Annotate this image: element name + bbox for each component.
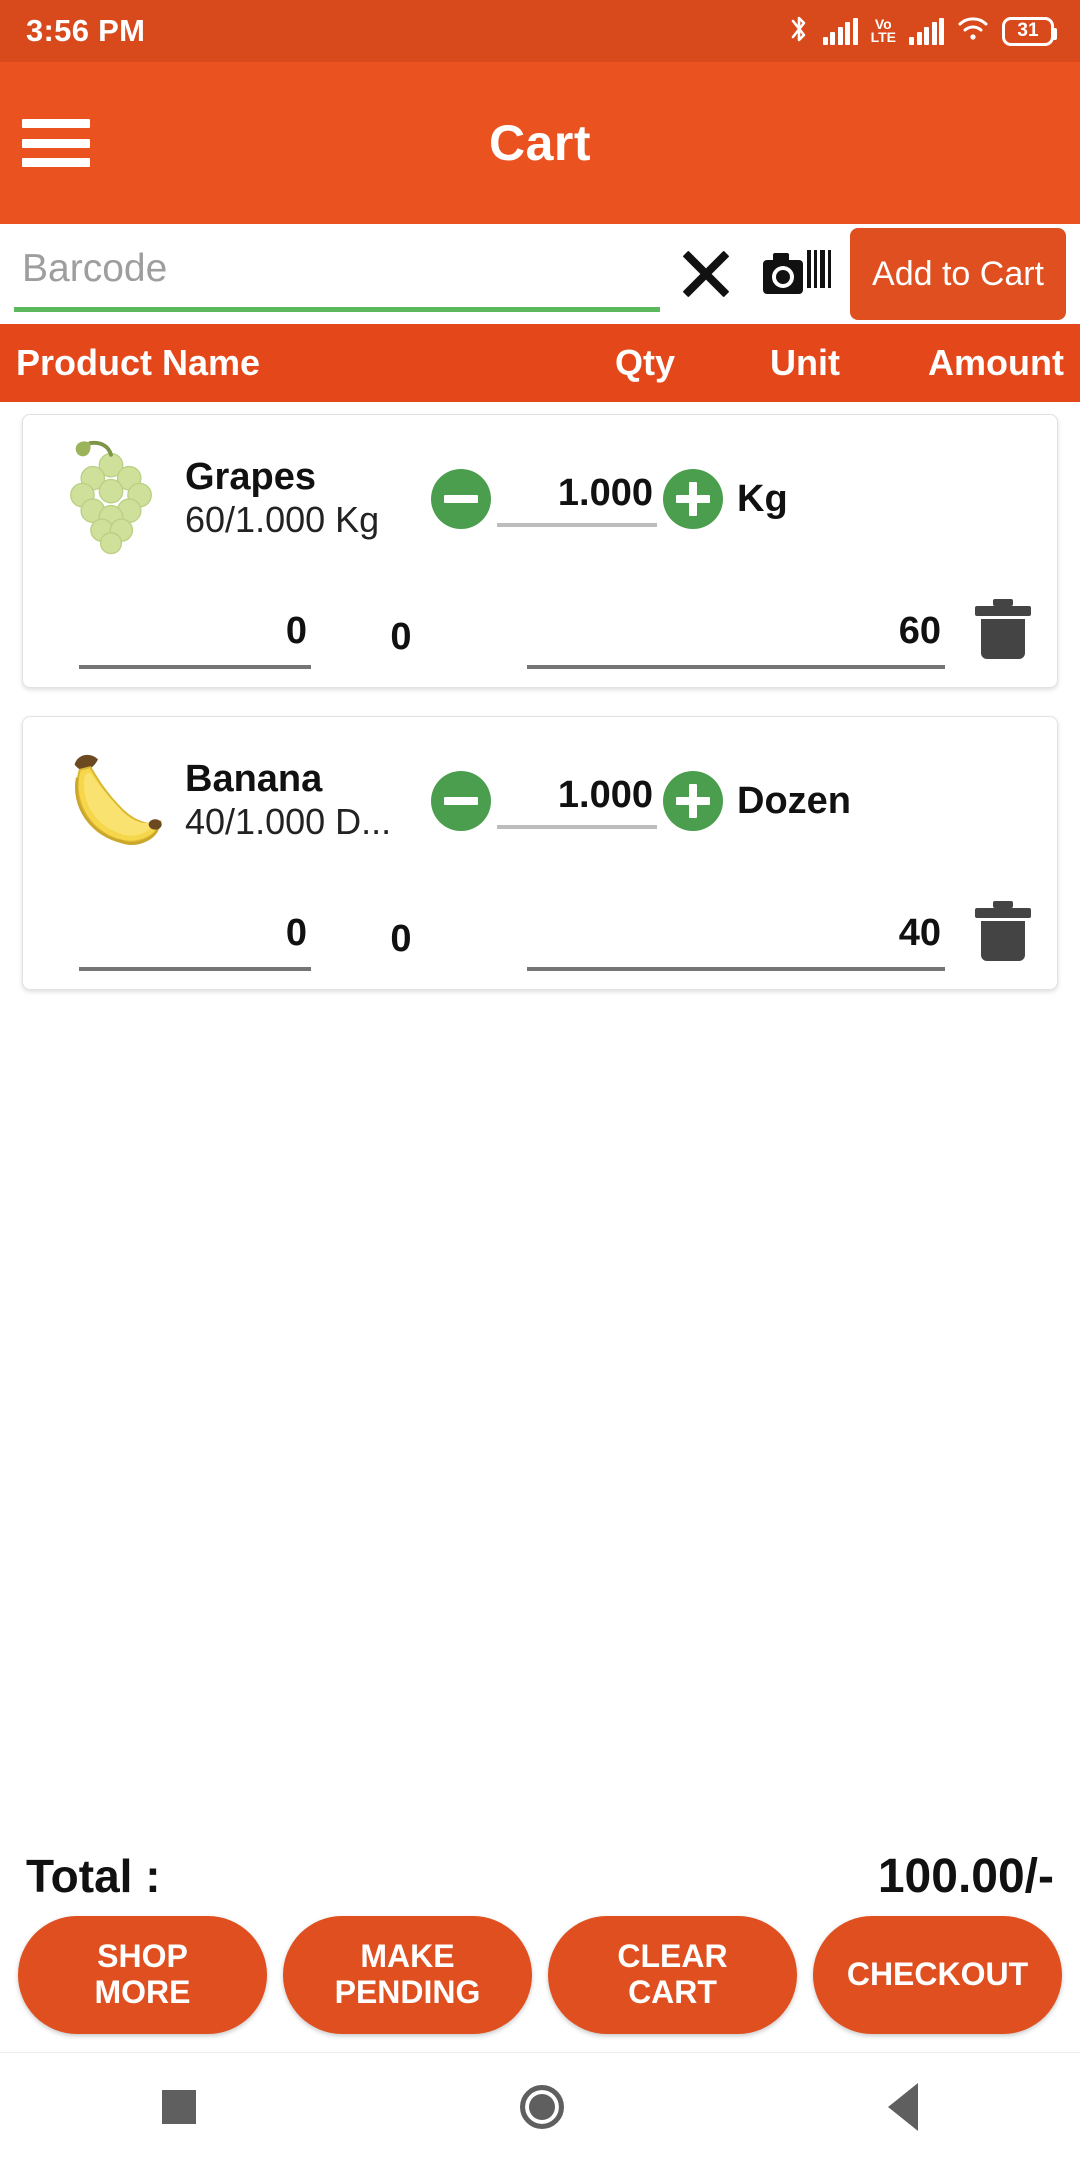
total-value: 100.00/- [877, 1850, 1054, 1903]
scan-barcode-button[interactable] [752, 228, 844, 320]
column-header-product-name: Product Name [16, 342, 261, 383]
barcode-input[interactable] [14, 247, 661, 301]
column-header-unit: Unit [770, 342, 840, 383]
product-rate: 40/1.000 D... [185, 801, 392, 843]
quantity-field [497, 773, 657, 829]
status-time: 3:56 PM [26, 13, 146, 48]
column-header-qty: Qty [614, 342, 675, 383]
bluetooth-icon [788, 14, 810, 49]
make-pending-button[interactable]: MAKE PENDING [283, 1916, 532, 2034]
amount-input[interactable] [527, 912, 945, 961]
delete-item-button[interactable] [967, 589, 1039, 669]
volte-bottom-label: LTE [870, 29, 896, 45]
amount-field [527, 912, 945, 971]
action-buttons-row: SHOP MORE MAKE PENDING CLEAR CART CHECKO… [18, 1910, 1062, 2052]
middle-value-label: 0 [390, 616, 412, 658]
trash-icon [975, 901, 1031, 961]
amount-field [527, 610, 945, 669]
quantity-input[interactable] [497, 773, 657, 825]
plus-circle-icon[interactable] [663, 771, 723, 831]
product-info: Grapes 60/1.000 Kg [181, 456, 431, 541]
home-circle-icon[interactable] [520, 2084, 564, 2129]
quantity-stepper: Dozen [431, 771, 1039, 831]
product-name: Grapes [185, 456, 316, 499]
discount-input[interactable] [79, 912, 311, 961]
cart-item-top-row: Banana 40/1.000 D... Dozen [41, 731, 1039, 871]
barcode-row: Add to Cart [0, 224, 1080, 324]
checkout-button[interactable]: CHECKOUT [813, 1916, 1062, 2034]
add-to-cart-button[interactable]: Add to Cart [850, 228, 1066, 320]
column-header-amount: Amount [928, 342, 1064, 383]
plus-circle-icon[interactable] [663, 469, 723, 529]
cart-item-bottom-row: 0 [41, 579, 1039, 669]
cart-table-header: Product Name Qty Unit Amount [0, 324, 1080, 402]
quantity-field [497, 471, 657, 527]
cart-item-card: Banana 40/1.000 D... Dozen [22, 716, 1058, 990]
cart-footer: Total : 100.00/- SHOP MORE MAKE PENDING … [0, 1849, 1080, 2052]
cart-item-top-row: Grapes 60/1.000 Kg Kg [41, 429, 1039, 569]
quantity-input[interactable] [497, 471, 657, 523]
clear-cart-button[interactable]: CLEAR CART [548, 1916, 797, 2034]
minus-circle-icon[interactable] [431, 771, 491, 831]
clear-barcode-button[interactable] [660, 228, 752, 320]
barcode-scanner-icon [763, 250, 832, 294]
wifi-icon [957, 15, 989, 47]
app-bar: Cart [0, 62, 1080, 224]
signal-bars-icon-1 [822, 17, 858, 45]
phone-screen: 3:56 PM Vo LTE 31 Cart Barcode Add to Ca… [0, 0, 1080, 2160]
back-triangle-icon[interactable] [888, 2082, 918, 2131]
cart-item-bottom-row: 0 [41, 881, 1039, 971]
product-info: Banana 40/1.000 D... [181, 758, 431, 843]
unit-label: Dozen [737, 779, 851, 822]
signal-bars-icon-2 [909, 17, 944, 45]
middle-value-label: 0 [390, 918, 412, 960]
barcode-field [14, 236, 661, 312]
product-name: Banana [185, 758, 323, 801]
hamburger-menu-icon[interactable] [22, 119, 90, 167]
discount-underline [79, 665, 311, 669]
barcode-underline [14, 307, 661, 312]
page-title: Cart [488, 115, 592, 171]
trash-icon [975, 599, 1031, 659]
quantity-stepper: Kg [431, 469, 1039, 529]
total-label: Total : [26, 1850, 161, 1902]
volte-icon: Vo LTE [870, 17, 896, 45]
cart-items-list: Grapes 60/1.000 Kg Kg [0, 402, 1080, 1849]
discount-field [79, 912, 311, 971]
minus-circle-icon[interactable] [431, 469, 491, 529]
delete-item-button[interactable] [967, 891, 1039, 971]
discount-input[interactable] [79, 610, 311, 659]
discount-underline [79, 967, 311, 971]
cart-item-card: Grapes 60/1.000 Kg Kg [22, 414, 1058, 688]
close-x-icon [682, 250, 730, 298]
recents-square-icon[interactable] [162, 2089, 196, 2124]
grapes-thumbnail [41, 434, 181, 564]
android-navigation-bar [0, 2052, 1080, 2160]
product-rate: 60/1.000 Kg [185, 499, 380, 541]
unit-label: Kg [737, 477, 788, 520]
discount-field [79, 610, 311, 669]
quantity-underline [497, 824, 657, 829]
battery-percent-label: 31 [1017, 20, 1039, 41]
battery-icon: 31 [1002, 16, 1057, 46]
status-bar: 3:56 PM Vo LTE 31 [0, 0, 1080, 62]
amount-underline [527, 665, 945, 669]
quantity-underline [497, 522, 657, 527]
banana-thumbnail [41, 736, 181, 866]
shop-more-button[interactable]: SHOP MORE [18, 1916, 267, 2034]
status-icons: Vo LTE 31 [788, 14, 1057, 49]
total-row: Total : 100.00/- [18, 1849, 1062, 1910]
amount-underline [527, 967, 945, 971]
amount-input[interactable] [527, 610, 945, 659]
